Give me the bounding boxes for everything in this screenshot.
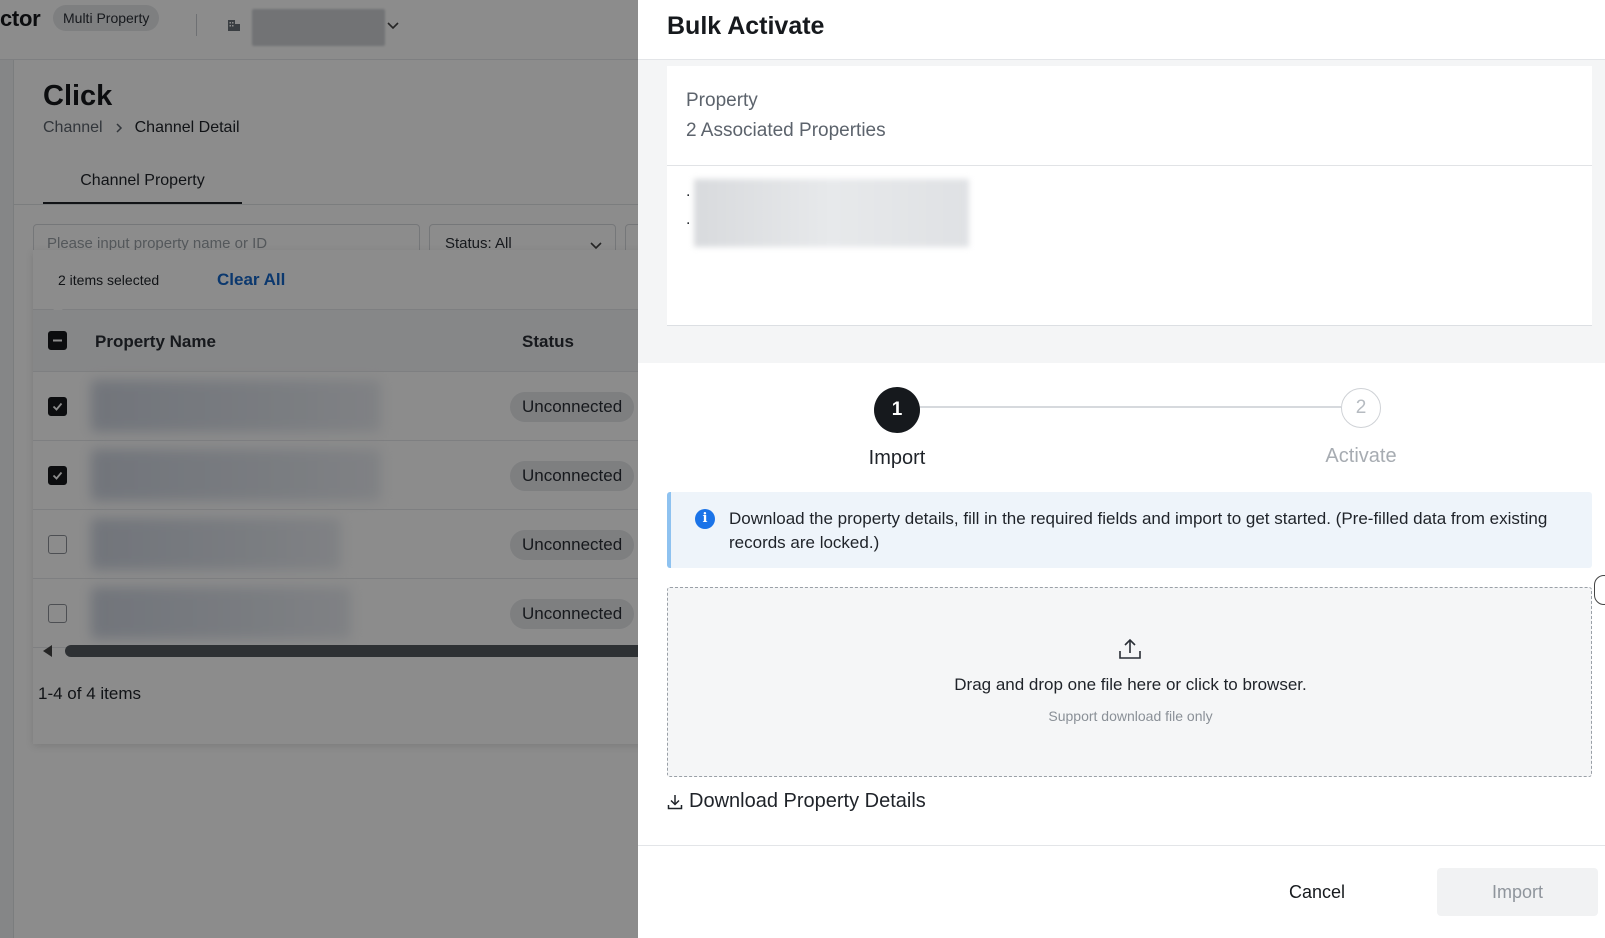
property-summary: Property 2 Associated Properties . .: [667, 66, 1592, 326]
divider: [667, 165, 1592, 166]
info-banner: i Download the property details, fill in…: [667, 492, 1592, 568]
step-2-label: Activate: [1325, 445, 1397, 467]
download-property-details-link[interactable]: Download Property Details: [667, 790, 926, 813]
stepper-connector: [915, 406, 1341, 408]
cancel-button[interactable]: Cancel: [1252, 868, 1382, 916]
download-link-label: Download Property Details: [689, 790, 926, 812]
list-item: .: [686, 211, 691, 228]
step-2-indicator: 2: [1341, 388, 1381, 428]
upload-icon: [1119, 638, 1141, 659]
list-item: .: [686, 183, 691, 200]
file-dropzone[interactable]: Drag and drop one file here or click to …: [667, 587, 1592, 777]
side-handle[interactable]: [1594, 575, 1605, 605]
drawer-title: Bulk Activate: [667, 12, 825, 40]
import-step-panel: 1 2 Import Activate i Download the prope…: [638, 363, 1605, 845]
property-count: 2 Associated Properties: [686, 120, 886, 141]
import-button[interactable]: Import: [1437, 868, 1598, 916]
dropzone-instruction: Drag and drop one file here or click to …: [954, 675, 1307, 694]
dropzone-hint: Support download file only: [1048, 708, 1213, 724]
modal-overlay[interactable]: [0, 0, 638, 938]
drawer-footer: Cancel Import: [638, 845, 1605, 938]
property-list: . .: [686, 178, 690, 234]
property-label: Property: [686, 90, 758, 111]
info-text: Download the property details, fill in t…: [729, 509, 1548, 552]
download-icon: [667, 794, 683, 809]
step-1-label: Import: [868, 447, 926, 469]
drawer-header: Bulk Activate: [638, 0, 1605, 60]
bulk-activate-drawer: Bulk Activate Property 2 Associated Prop…: [638, 0, 1605, 938]
step-1-indicator: 1: [874, 387, 920, 433]
info-icon: i: [695, 509, 715, 529]
property-names-redacted: [694, 179, 969, 247]
